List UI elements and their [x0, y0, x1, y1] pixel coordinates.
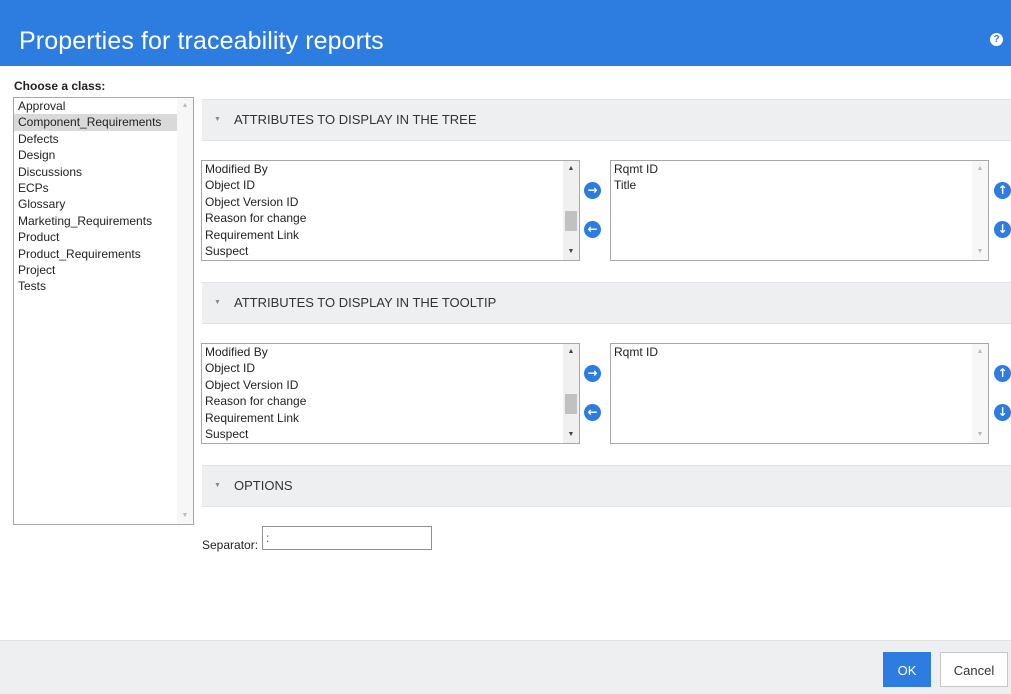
scroll-up-icon[interactable]: ▲ [177, 99, 193, 113]
tooltip-available-list[interactable]: Modified By Object ID Object Version ID … [201, 343, 580, 444]
move-down-icon[interactable]: ↓ [994, 404, 1011, 421]
class-list-item[interactable]: Approval [14, 98, 177, 114]
separator-input[interactable] [262, 526, 432, 550]
list-item[interactable]: Requirement Link [202, 227, 563, 243]
tooltip-selected-items: Rqmt ID [611, 344, 972, 360]
scroll-down-icon[interactable]: ▼ [972, 428, 988, 442]
tooltip-available-scrollbar[interactable]: ▲ ▼ [563, 344, 579, 443]
list-item[interactable]: Suspect [202, 243, 563, 259]
list-item[interactable]: Object Version ID [202, 194, 563, 210]
list-item[interactable]: Requirement Link [202, 410, 563, 426]
scroll-up-icon[interactable]: ▲ [972, 345, 988, 359]
scroll-up-icon[interactable]: ▲ [972, 162, 988, 176]
scroll-thumb[interactable] [565, 211, 577, 231]
tooltip-available-items: Modified By Object ID Object Version ID … [202, 344, 563, 442]
tree-section-header[interactable]: ▼ ATTRIBUTES TO DISPLAY IN THE TREE [202, 99, 1011, 141]
tooltip-section-header[interactable]: ▼ ATTRIBUTES TO DISPLAY IN THE TOOLTIP [202, 282, 1011, 324]
scroll-up-icon[interactable]: ▲ [563, 345, 579, 359]
list-item[interactable]: Rqmt ID [611, 161, 972, 177]
scroll-up-icon[interactable]: ▲ [563, 162, 579, 176]
class-list-item[interactable]: Glossary [14, 196, 177, 212]
ok-button[interactable]: OK [883, 652, 931, 687]
class-list-items: Approval Component_Requirements Defects … [14, 98, 177, 295]
move-right-icon[interactable]: → [584, 365, 601, 382]
class-list-item[interactable]: Tests [14, 278, 177, 294]
tree-available-items: Modified By Object ID Object Version ID … [202, 161, 563, 259]
class-list-scrollbar[interactable]: ▲ ▼ [177, 98, 193, 524]
class-list-item[interactable]: Product [14, 229, 177, 245]
list-item[interactable]: Object ID [202, 360, 563, 376]
scroll-down-icon[interactable]: ▼ [563, 245, 579, 259]
list-item[interactable]: Reason for change [202, 393, 563, 409]
list-item[interactable]: Suspect [202, 426, 563, 442]
tooltip-selected-scrollbar[interactable]: ▲ ▼ [972, 344, 988, 443]
class-list-item[interactable]: Project [14, 262, 177, 278]
list-item[interactable]: Object Version ID [202, 377, 563, 393]
collapse-caret-icon[interactable]: ▼ [214, 283, 221, 323]
tree-selected-items: Rqmt ID Title [611, 161, 972, 194]
class-list-item[interactable]: ECPs [14, 180, 177, 196]
move-right-icon[interactable]: → [584, 182, 601, 199]
options-section-title: OPTIONS [234, 478, 293, 493]
tooltip-section-title: ATTRIBUTES TO DISPLAY IN THE TOOLTIP [234, 295, 497, 310]
tree-available-list[interactable]: Modified By Object ID Object Version ID … [201, 160, 580, 261]
class-list-item[interactable]: Discussions [14, 164, 177, 180]
tree-selected-scrollbar[interactable]: ▲ ▼ [972, 161, 988, 260]
list-item[interactable]: Title [611, 177, 972, 193]
dialog-footer: OK Cancel [0, 640, 1011, 694]
class-list-item[interactable]: Marketing_Requirements [14, 213, 177, 229]
class-listbox[interactable]: Approval Component_Requirements Defects … [13, 97, 194, 525]
move-up-icon[interactable]: ↑ [994, 365, 1011, 382]
help-icon[interactable]: ? [990, 33, 1003, 46]
options-section-header[interactable]: ▼ OPTIONS [202, 465, 1011, 507]
list-item[interactable]: Reason for change [202, 210, 563, 226]
class-list-item-selected[interactable]: Component_Requirements [14, 114, 177, 131]
scroll-thumb[interactable] [565, 394, 577, 414]
tree-selected-list[interactable]: Rqmt ID Title ▲ ▼ [610, 160, 989, 261]
dialog-header: Properties for traceability reports ? [0, 0, 1011, 66]
separator-label: Separator: [202, 538, 259, 552]
cancel-button[interactable]: Cancel [940, 652, 1008, 687]
scroll-down-icon[interactable]: ▼ [563, 428, 579, 442]
list-item[interactable]: Rqmt ID [611, 344, 972, 360]
collapse-caret-icon[interactable]: ▼ [214, 466, 221, 506]
list-item[interactable]: Modified By [202, 161, 563, 177]
list-item[interactable]: Modified By [202, 344, 563, 360]
move-up-icon[interactable]: ↑ [994, 182, 1011, 199]
choose-class-label: Choose a class: [14, 79, 106, 93]
tree-section-title: ATTRIBUTES TO DISPLAY IN THE TREE [234, 112, 477, 127]
move-down-icon[interactable]: ↓ [994, 221, 1011, 238]
class-list-item[interactable]: Design [14, 147, 177, 163]
collapse-caret-icon[interactable]: ▼ [214, 100, 221, 140]
dialog-title: Properties for traceability reports [19, 27, 384, 55]
list-item[interactable]: Object ID [202, 177, 563, 193]
tree-available-scrollbar[interactable]: ▲ ▼ [563, 161, 579, 260]
move-left-icon[interactable]: ← [584, 404, 601, 421]
scroll-down-icon[interactable]: ▼ [972, 245, 988, 259]
class-list-item[interactable]: Defects [14, 131, 177, 147]
scroll-down-icon[interactable]: ▼ [177, 509, 193, 523]
class-list-item[interactable]: Product_Requirements [14, 246, 177, 262]
tooltip-selected-list[interactable]: Rqmt ID ▲ ▼ [610, 343, 989, 444]
move-left-icon[interactable]: ← [584, 221, 601, 238]
